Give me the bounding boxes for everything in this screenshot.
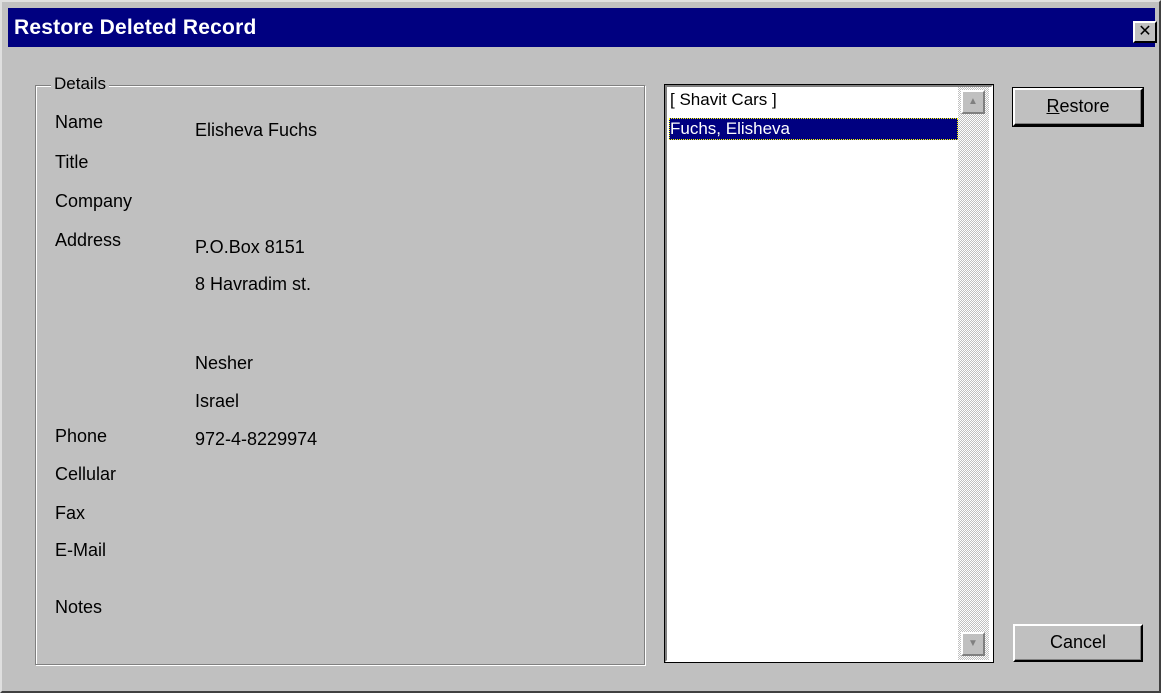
title-label: Title	[55, 152, 89, 172]
city-value: Nesher	[195, 353, 254, 373]
list-item[interactable]: [ Shavit Cars ]	[669, 89, 958, 111]
title-bar[interactable]: Restore Deleted Record ✕	[8, 8, 1157, 47]
name-value: Elisheva Fuchs	[195, 120, 318, 140]
name-label: Name	[55, 112, 104, 132]
scroll-up-arrow-icon[interactable]: ▲	[961, 90, 985, 114]
restore-mnemonic: R	[1046, 96, 1060, 116]
details-legend: Details	[51, 74, 109, 94]
window-title: Restore Deleted Record	[14, 16, 257, 39]
cancel-button[interactable]: Cancel	[1013, 624, 1143, 662]
company-label: Company	[55, 191, 133, 211]
close-icon[interactable]: ✕	[1133, 21, 1157, 43]
vertical-scrollbar[interactable]: ▲ ▼	[958, 87, 989, 660]
notes-label: Notes	[55, 597, 103, 617]
restore-label: estore	[1059, 96, 1110, 116]
email-label: E-Mail	[55, 540, 107, 560]
restore-button[interactable]: Restore	[1012, 87, 1144, 127]
restore-dialog: Restore Deleted Record ✕ Details Name El…	[0, 0, 1161, 693]
deleted-records-listbox[interactable]: [ Shavit Cars ] Fuchs, Elisheva ▲ ▼	[664, 84, 994, 663]
list-item-selected[interactable]: Fuchs, Elisheva	[669, 118, 958, 140]
phone-value: 972-4-8229974	[195, 429, 318, 449]
scroll-down-arrow-icon[interactable]: ▼	[961, 632, 985, 656]
fax-label: Fax	[55, 503, 86, 523]
address-label: Address	[55, 230, 122, 250]
address-line1-value: P.O.Box 8151	[195, 237, 305, 257]
phone-label: Phone	[55, 426, 108, 446]
address-line2-value: 8 Havradim st.	[195, 274, 312, 294]
details-groupbox	[35, 85, 645, 665]
country-value: Israel	[195, 391, 240, 411]
cellular-label: Cellular	[55, 464, 117, 484]
